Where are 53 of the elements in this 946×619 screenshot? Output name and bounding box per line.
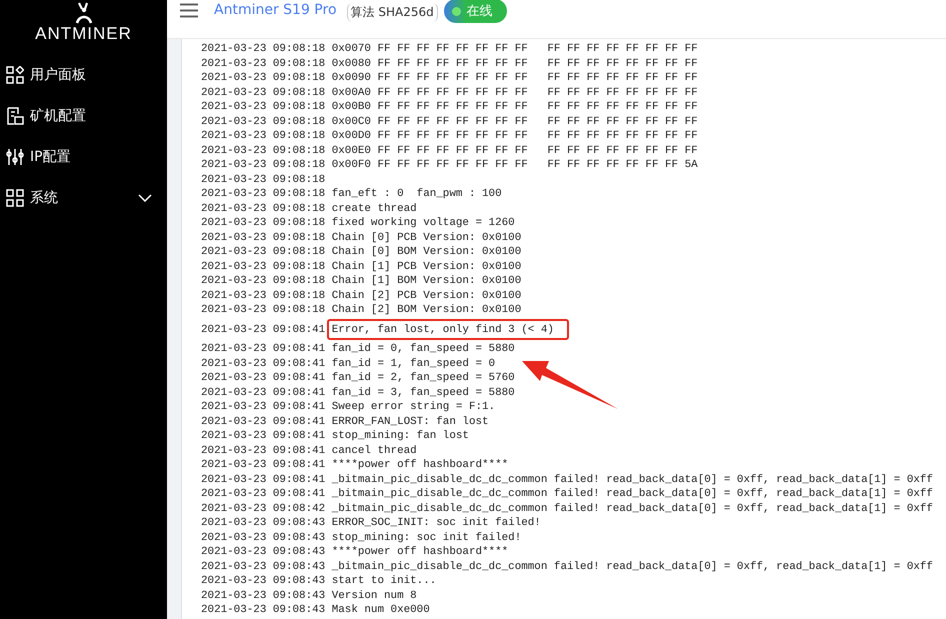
log-line: 2021-03-23 09:08:41 _bitmain_pic_disable_dc_dc_common failed! read_back_data[0] = 0xff, read_back_data[1] = 0xff — [201, 488, 933, 500]
log-line: 2021-03-23 09:08:18 0x00D0 FF FF FF FF FF FF FF FF FF FF FF FF FF FF FF FF — [201, 130, 698, 142]
sliders-icon — [6, 148, 24, 166]
log-line: 2021-03-23 09:08:43 Version num 8 — [201, 590, 417, 602]
logo-text: ANTMINER — [35, 24, 132, 44]
log-line: 2021-03-23 09:08:18 Chain [1] BOM Version: 0x0100 — [201, 275, 522, 287]
log-line: 2021-03-23 09:08:41 Sweep error string = F:1. — [201, 401, 496, 413]
log-line: 2021-03-23 09:08:43 ****power off hashboard**** — [201, 546, 508, 558]
log-line: 2021-03-23 09:08:41 ****power off hashboard**** — [201, 459, 508, 471]
log-line: 2021-03-23 09:08:18 0x0070 FF FF FF FF FF FF FF FF FF FF FF FF FF FF FF FF — [201, 43, 698, 55]
log-line: 2021-03-23 09:08:43 _bitmain_pic_disable_dc_dc_common failed! read_back_data[0] = 0xff, read_back_data[1] = 0xff — [201, 560, 933, 572]
log-line: 2021-03-23 09:08:41 cancel thread — [201, 444, 417, 456]
log-line: 2021-03-23 09:08:18 0x00B0 FF FF FF FF FF FF FF FF FF FF FF FF FF FF FF FF — [201, 101, 698, 113]
menu-icon[interactable] — [180, 3, 198, 18]
log-line: 2021-03-23 09:08:18 0x0080 FF FF FF FF FF FF FF FF FF FF FF FF FF FF FF FF — [201, 58, 698, 70]
log-line: 2021-03-23 09:08:18 0x00C0 FF FF FF FF FF FF FF FF FF FF FF FF FF FF FF FF — [201, 116, 698, 128]
log-line: 2021-03-23 09:08:18 — [201, 174, 326, 186]
log-line: 2021-03-23 09:08:43 stop_mining: soc init failed! — [201, 532, 522, 544]
log-line: 2021-03-23 09:08:18 create thread — [201, 202, 417, 214]
sidebar-item[interactable]: 系统 — [0, 177, 167, 218]
log-line: 2021-03-23 09:08:43 Mask num 0xe000 — [201, 604, 430, 616]
dashboard-icon — [6, 66, 24, 84]
log-line: 2021-03-23 09:08:41 Error, fan lost, only find 3 (< 4) — [201, 324, 554, 336]
log-line: 2021-03-23 09:08:43 start to init... — [201, 575, 436, 587]
log-line: 2021-03-23 09:08:41 fan_id = 0, fan_speed = 5880 — [201, 343, 515, 355]
status-dot-icon — [452, 6, 461, 16]
log-line: 2021-03-23 09:08:41 _bitmain_pic_disable_dc_dc_common failed! read_back_data[0] = 0xff, read_back_data[1] = 0xff — [201, 474, 933, 486]
log-line: 2021-03-23 09:08:18 0x00A0 FF FF FF FF FF FF FF FF FF FF FF FF FF FF FF FF — [201, 86, 698, 98]
log-line: 2021-03-23 09:08:18 0x00F0 FF FF FF FF FF FF FF FF FF FF FF FF FF FF FF 5A — [201, 159, 698, 171]
sidebar-item[interactable]: 用户面板 — [0, 54, 167, 95]
log-line: 2021-03-23 09:08:18 Chain [2] PCB Version: 0x0100 — [201, 290, 522, 302]
log-line: 2021-03-23 09:08:41 fan_id = 3, fan_speed = 5880 — [201, 386, 515, 398]
log-line: 2021-03-23 09:08:42 _bitmain_pic_disable_dc_dc_common failed! read_back_data[0] = 0xff, read_back_data[1] = 0xff — [201, 502, 933, 514]
log-line: 2021-03-23 09:08:41 fan_id = 2, fan_speed = 5760 — [201, 372, 515, 384]
grid-icon — [6, 188, 24, 206]
log-line: 2021-03-23 09:08:18 fan_eft : 0 fan_pwm : 100 — [201, 188, 502, 200]
log-line: 2021-03-23 09:08:18 Chain [1] PCB Version: 0x0100 — [201, 260, 522, 272]
status-pill: 在线 — [444, 0, 507, 23]
log-line: 2021-03-23 09:08:18 Chain [2] BOM Version: 0x0100 — [201, 304, 522, 316]
log-line: 2021-03-23 09:08:41 stop_mining: fan lost — [201, 430, 469, 442]
sidebar-item[interactable]: IP配置 — [0, 136, 167, 177]
device-title: Antminer S19 Pro — [214, 2, 337, 18]
algorithm-tag: 算法 SHA256d — [346, 3, 438, 22]
log-line: 2021-03-23 09:08:43 ERROR_SOC_INIT: soc init failed! — [201, 517, 541, 529]
log-line: 2021-03-23 09:08:41 fan_id = 1, fan_speed = 0 — [201, 358, 496, 370]
log-line: 2021-03-23 09:08:18 0x0090 FF FF FF FF FF FF FF FF FF FF FF FF FF FF FF FF — [201, 72, 698, 84]
log-line: 2021-03-23 09:08:18 Chain [0] BOM Version: 0x0100 — [201, 246, 522, 258]
sidebar-item[interactable]: 矿机配置 — [0, 95, 167, 136]
document-icon — [6, 106, 24, 124]
log-line: 2021-03-23 09:08:18 Chain [0] PCB Version: 0x0100 — [201, 232, 522, 244]
log-line: 2021-03-23 09:08:18 fixed working voltage = 1260 — [201, 217, 515, 229]
log-line: 2021-03-23 09:08:41 ERROR_FAN_LOST: fan lost — [201, 416, 489, 428]
log-line: 2021-03-23 09:08:18 0x00E0 FF FF FF FF FF FF FF FF FF FF FF FF FF FF FF FF — [201, 144, 698, 156]
